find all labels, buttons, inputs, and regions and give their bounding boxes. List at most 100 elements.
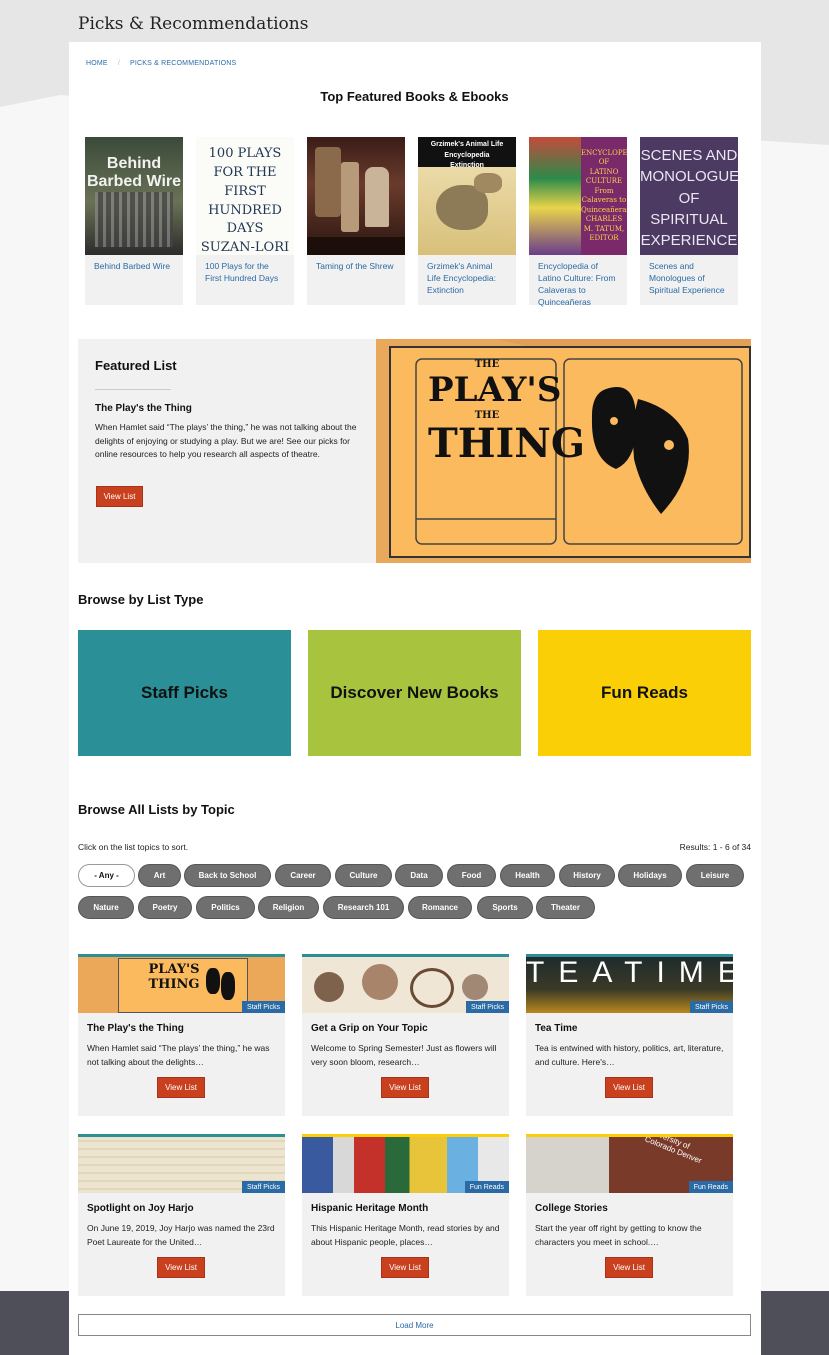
card-image-text: TEATIME: [526, 956, 733, 989]
book-cover-text: 100 PLAYS FOR THE FIRST HUNDRED DAYS SUZ…: [200, 146, 290, 255]
view-list-button[interactable]: View List: [605, 1257, 653, 1278]
topic-pill[interactable]: Nature: [78, 896, 134, 919]
card-title[interactable]: Hispanic Heritage Month: [311, 1203, 428, 1214]
topic-pill[interactable]: Back to School: [184, 864, 271, 887]
tile-label: Staff Picks: [141, 683, 228, 702]
book-cover-text: ENCYCLOPEDIA OF LATINO CULTURE From Cala…: [581, 149, 627, 242]
tile-staff-picks[interactable]: Staff Picks: [78, 630, 291, 756]
card-badge: Fun Reads: [464, 1181, 509, 1193]
breadcrumb: HOME / PICKS & RECOMMENDATIONS: [86, 60, 236, 67]
list-card[interactable]: PLAY'S THING Staff Picks The Play's the …: [78, 954, 285, 1116]
load-more-button[interactable]: Load More: [78, 1314, 751, 1336]
browse-topic-heading: Browse All Lists by Topic: [78, 802, 235, 817]
view-list-button[interactable]: View List: [157, 1257, 205, 1278]
featured-list-title: The Play's the Thing: [95, 403, 192, 414]
book-card[interactable]: ENCYCLOPEDIA OF LATINO CULTURE From Cala…: [529, 137, 627, 308]
topic-pill[interactable]: Career: [275, 864, 331, 887]
card-title[interactable]: The Play's the Thing: [87, 1023, 184, 1034]
tile-label: Discover New Books: [330, 683, 499, 702]
card-title[interactable]: Get a Grip on Your Topic: [311, 1023, 428, 1034]
tile-fun-reads[interactable]: Fun Reads: [538, 630, 751, 756]
card-badge: Staff Picks: [466, 1001, 509, 1013]
book-card[interactable]: Taming of the Shrew: [307, 137, 405, 305]
view-list-button[interactable]: View List: [157, 1077, 205, 1098]
featured-list-description: When Hamlet said “The plays’ the thing,”…: [95, 422, 357, 459]
featured-list-image-text: THE PLAY'S THE THING: [428, 359, 585, 467]
page-title: Picks & Recommendations: [78, 14, 309, 34]
sort-note: Click on the list topics to sort.: [78, 842, 189, 852]
book-title[interactable]: Encyclopedia of Latino Culture: From Cal…: [529, 255, 627, 308]
list-card[interactable]: University of Colorado Denver Fun Reads …: [526, 1134, 733, 1296]
list-card[interactable]: Staff Picks Get a Grip on Your Topic Wel…: [302, 954, 509, 1116]
topic-pill-any[interactable]: - Any -: [78, 864, 135, 887]
book-title[interactable]: 100 Plays for the First Hundred Days: [196, 255, 294, 284]
card-image-text: PLAY'S THING: [148, 962, 200, 992]
card-accent-bar: [78, 954, 285, 957]
book-cover[interactable]: Behind Barbed Wire: [85, 137, 183, 255]
topic-pill[interactable]: Holidays: [618, 864, 682, 887]
topic-pill[interactable]: Religion: [258, 896, 319, 919]
card-accent-bar: [78, 1134, 285, 1137]
topic-pill[interactable]: Data: [395, 864, 443, 887]
book-title[interactable]: Grzimek's Animal Life Encyclopedia: Exti…: [418, 255, 516, 296]
topic-pill[interactable]: History: [559, 864, 615, 887]
topic-pill[interactable]: Politics: [196, 896, 255, 919]
topic-pill[interactable]: Food: [447, 864, 496, 887]
book-cover-text: Behind Barbed Wire: [86, 155, 182, 191]
list-card[interactable]: Staff Picks Spotlight on Joy Harjo On Ju…: [78, 1134, 285, 1296]
list-card[interactable]: TEATIME Staff Picks Tea Time Tea is entw…: [526, 954, 733, 1116]
featured-books-heading: Top Featured Books & Ebooks: [320, 89, 509, 104]
card-badge: Staff Picks: [242, 1181, 285, 1193]
breadcrumb-current[interactable]: PICKS & RECOMMENDATIONS: [130, 60, 236, 67]
view-list-button[interactable]: View List: [96, 486, 143, 507]
topic-pill[interactable]: Research 101: [323, 896, 404, 919]
book-cover[interactable]: Grzimek's Animal Life Encyclopedia Extin…: [418, 137, 516, 255]
book-card[interactable]: Behind Barbed Wire Behind Barbed Wire: [85, 137, 183, 305]
image-text-line: PLAY'S: [428, 370, 562, 410]
card-badge: Staff Picks: [690, 1001, 733, 1013]
book-title[interactable]: Scenes and Monologues of Spiritual Exper…: [640, 255, 738, 296]
view-list-button[interactable]: View List: [605, 1077, 653, 1098]
card-description: Start the year off right by getting to k…: [535, 1223, 702, 1247]
featured-list-heading: Featured List: [95, 358, 177, 373]
book-cover[interactable]: [307, 137, 405, 255]
card-description: Tea is entwined with history, politics, …: [535, 1043, 724, 1067]
view-list-button[interactable]: View List: [381, 1077, 429, 1098]
card-accent-bar: [302, 954, 509, 957]
list-card[interactable]: Fun Reads Hispanic Heritage Month This H…: [302, 1134, 509, 1296]
card-accent-bar: [526, 1134, 733, 1137]
card-title[interactable]: College Stories: [535, 1203, 608, 1214]
book-cover[interactable]: SCENES AND MONOLOGUES OF SPIRITUAL EXPER…: [640, 137, 738, 255]
card-badge: Staff Picks: [242, 1001, 285, 1013]
card-title[interactable]: Tea Time: [535, 1023, 577, 1034]
topic-pill[interactable]: Leisure: [686, 864, 744, 887]
card-image-text: University of Colorado Denver: [643, 1134, 703, 1166]
results-count: Results: 1 - 6 of 34: [679, 842, 751, 852]
card-title[interactable]: Spotlight on Joy Harjo: [87, 1203, 194, 1214]
topic-pill[interactable]: Sports: [477, 896, 533, 919]
book-card[interactable]: Grzimek's Animal Life Encyclopedia Extin…: [418, 137, 516, 305]
book-title[interactable]: Behind Barbed Wire: [85, 255, 183, 272]
featured-list-image[interactable]: THE PLAY'S THE THING: [376, 339, 751, 563]
tile-discover-new-books[interactable]: Discover New Books: [308, 630, 521, 756]
topic-pill[interactable]: Poetry: [138, 896, 192, 919]
book-cover-text: Grzimek's Animal Life Encyclopedia Extin…: [430, 141, 504, 169]
book-card[interactable]: SCENES AND MONOLOGUES OF SPIRITUAL EXPER…: [640, 137, 738, 305]
topic-pill[interactable]: Art: [138, 864, 181, 887]
topic-pill[interactable]: Romance: [408, 896, 472, 919]
breadcrumb-home[interactable]: HOME: [86, 60, 108, 67]
tile-label: Fun Reads: [601, 683, 688, 702]
topic-pill[interactable]: Culture: [335, 864, 392, 887]
topic-pill[interactable]: Health: [500, 864, 555, 887]
book-title[interactable]: Taming of the Shrew: [307, 255, 405, 272]
topic-pill[interactable]: Theater: [536, 896, 595, 919]
view-list-button[interactable]: View List: [381, 1257, 429, 1278]
card-accent-bar: [302, 1134, 509, 1137]
book-cover[interactable]: 100 PLAYS FOR THE FIRST HUNDRED DAYS SUZ…: [196, 137, 294, 255]
book-card[interactable]: 100 PLAYS FOR THE FIRST HUNDRED DAYS SUZ…: [196, 137, 294, 305]
card-description: Welcome to Spring Semester! Just as flow…: [311, 1043, 497, 1067]
card-description: When Hamlet said “The plays’ the thing,”…: [87, 1043, 270, 1067]
browse-type-heading: Browse by List Type: [78, 592, 204, 607]
book-cover[interactable]: ENCYCLOPEDIA OF LATINO CULTURE From Cala…: [529, 137, 627, 255]
card-badge: Fun Reads: [688, 1181, 733, 1193]
